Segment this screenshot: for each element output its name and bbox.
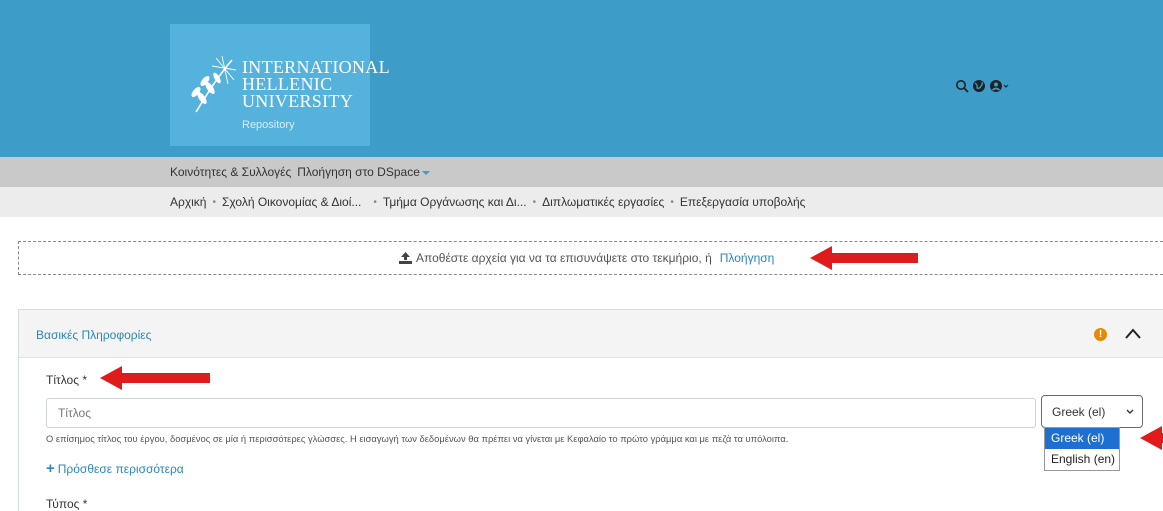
title-field[interactable] (46, 398, 1036, 428)
breadcrumb-item[interactable]: Σχολή Οικονομίας & Διοί... (222, 195, 361, 209)
breadcrumb-current: Επεξεργασία υποβολής (679, 195, 806, 209)
breadcrumb: Αρχική • Σχολή Οικονομίας & Διοί... • Τμ… (0, 187, 1163, 217)
add-more-label: Πρόσθεσε περισσότερα (57, 461, 184, 476)
header-actions (955, 79, 1009, 93)
file-dropzone[interactable]: Αποθέστε αρχεία για να τα επισυνάψετε στ… (18, 241, 1163, 275)
language-select[interactable]: Greek (el) (1041, 395, 1143, 428)
annotation-arrow (810, 246, 918, 270)
chevron-down-icon (1126, 409, 1134, 414)
caret-down-icon (421, 170, 430, 175)
language-option[interactable]: English (en) (1045, 449, 1119, 470)
upload-icon (399, 252, 412, 264)
breadcrumb-item[interactable]: Αρχική (170, 195, 206, 209)
logo-subtitle: Repository (242, 119, 295, 131)
site-header: INTERNATIONAL HELLENIC UNIVERSITY Reposi… (0, 0, 1163, 157)
annotation-arrow (100, 366, 210, 390)
breadcrumb-separator: • (532, 196, 537, 208)
globe-icon[interactable] (972, 79, 986, 93)
title-input[interactable] (47, 399, 1035, 427)
dropzone-text: Αποθέστε αρχεία για να τα επισυνάψετε στ… (416, 251, 712, 265)
search-icon[interactable] (955, 79, 969, 93)
nav-browse-label: Πλοήγηση στο DSpace (297, 165, 420, 179)
breadcrumb-separator: • (670, 196, 674, 208)
title-field-label: Τίτλος * (46, 373, 88, 387)
logo-line-3: UNIVERSITY (242, 91, 353, 111)
chevron-up-icon[interactable] (1122, 324, 1144, 344)
language-select-value: Greek (el) (1052, 405, 1106, 419)
olive-branch-icon (191, 55, 237, 113)
browse-files-link[interactable]: Πλοήγηση (720, 251, 775, 265)
repository-logo[interactable]: INTERNATIONAL HELLENIC UNIVERSITY Reposi… (170, 24, 390, 146)
main-nav: Κοινότητες & Συλλογές Πλοήγηση στο DSpac… (0, 157, 1163, 187)
language-dropdown: Greek (el) English (en) (1044, 427, 1120, 471)
type-field-label: Τύπος * (46, 497, 88, 511)
add-more-button[interactable]: + Πρόσθεσε περισσότερα (46, 460, 184, 477)
user-icon[interactable] (989, 79, 1009, 93)
plus-icon: + (46, 460, 55, 477)
language-option[interactable]: Greek (el) (1045, 428, 1119, 449)
panel-header[interactable]: Βασικές Πληροφορίες ! (19, 310, 1163, 358)
breadcrumb-separator: • (373, 196, 377, 208)
nav-communities[interactable]: Κοινότητες & Συλλογές (170, 165, 291, 179)
title-help-text: Ο επίσημος τίτλος του έργου, δοσμένος σε… (46, 433, 789, 444)
nav-browse[interactable]: Πλοήγηση στο DSpace (297, 165, 430, 179)
breadcrumb-separator: • (212, 196, 216, 208)
breadcrumb-item[interactable]: Διπλωματικές εργασίες (542, 195, 664, 209)
panel-title: Βασικές Πληροφορίες (36, 328, 152, 342)
breadcrumb-item[interactable]: Τμήμα Οργάνωσης και Δι... (383, 195, 527, 209)
warning-icon: ! (1094, 328, 1107, 341)
